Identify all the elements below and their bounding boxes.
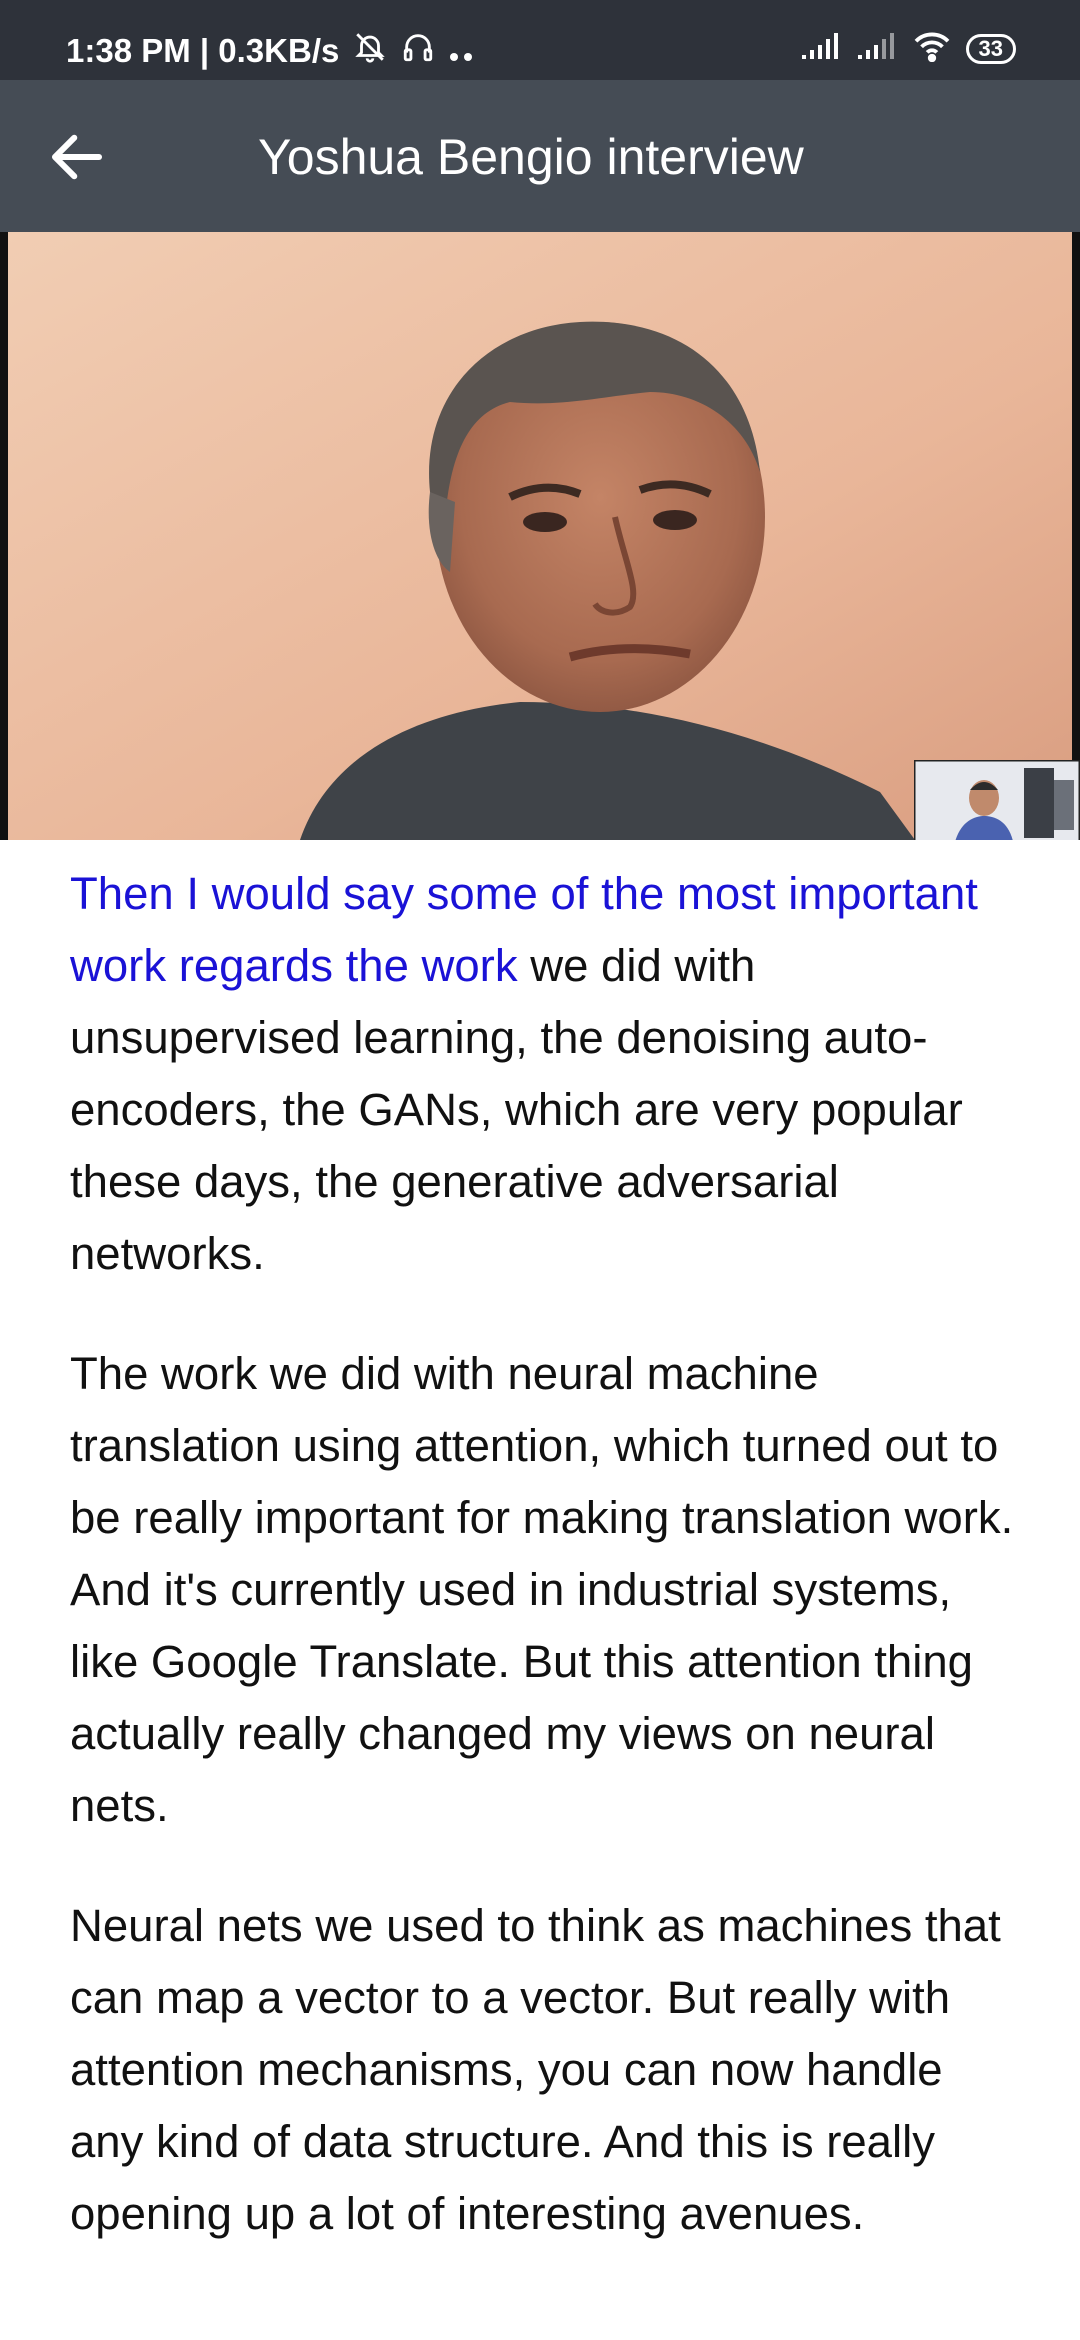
arrow-left-icon [51, 134, 103, 180]
battery-icon: 33 [965, 33, 1016, 64]
signal-icon [856, 31, 898, 66]
more-dots-icon [449, 32, 475, 70]
signal-icon [800, 31, 842, 66]
transcript-paragraph[interactable]: The work we did with neural machine tran… [70, 1338, 1020, 1842]
pip-thumbnail [914, 760, 1080, 840]
video-player[interactable] [0, 232, 1080, 840]
headphones-icon [401, 30, 435, 72]
page-title: Yoshua Bengio interview [258, 129, 804, 185]
status-right: 33 [800, 30, 1016, 67]
transcript-paragraph: Then I would say some of the most import… [70, 858, 1020, 1290]
transcript: Then I would say some of the most import… [70, 858, 1020, 2298]
app-bar: Yoshua Bengio interview [0, 80, 1080, 232]
back-button[interactable] [44, 124, 110, 190]
wifi-icon [912, 30, 952, 67]
transcript-paragraph[interactable]: Neural nets we used to think as machines… [70, 1890, 1020, 2250]
battery-level: 33 [978, 35, 1003, 61]
mute-icon [353, 30, 387, 72]
video-frame [0, 232, 1080, 840]
status-left: 1:38 PM | 0.3KB/s [66, 30, 475, 72]
status-bar: 1:38 PM | 0.3KB/s 33 [0, 0, 1080, 80]
status-time-speed: 1:38 PM | 0.3KB/s [66, 32, 340, 69]
